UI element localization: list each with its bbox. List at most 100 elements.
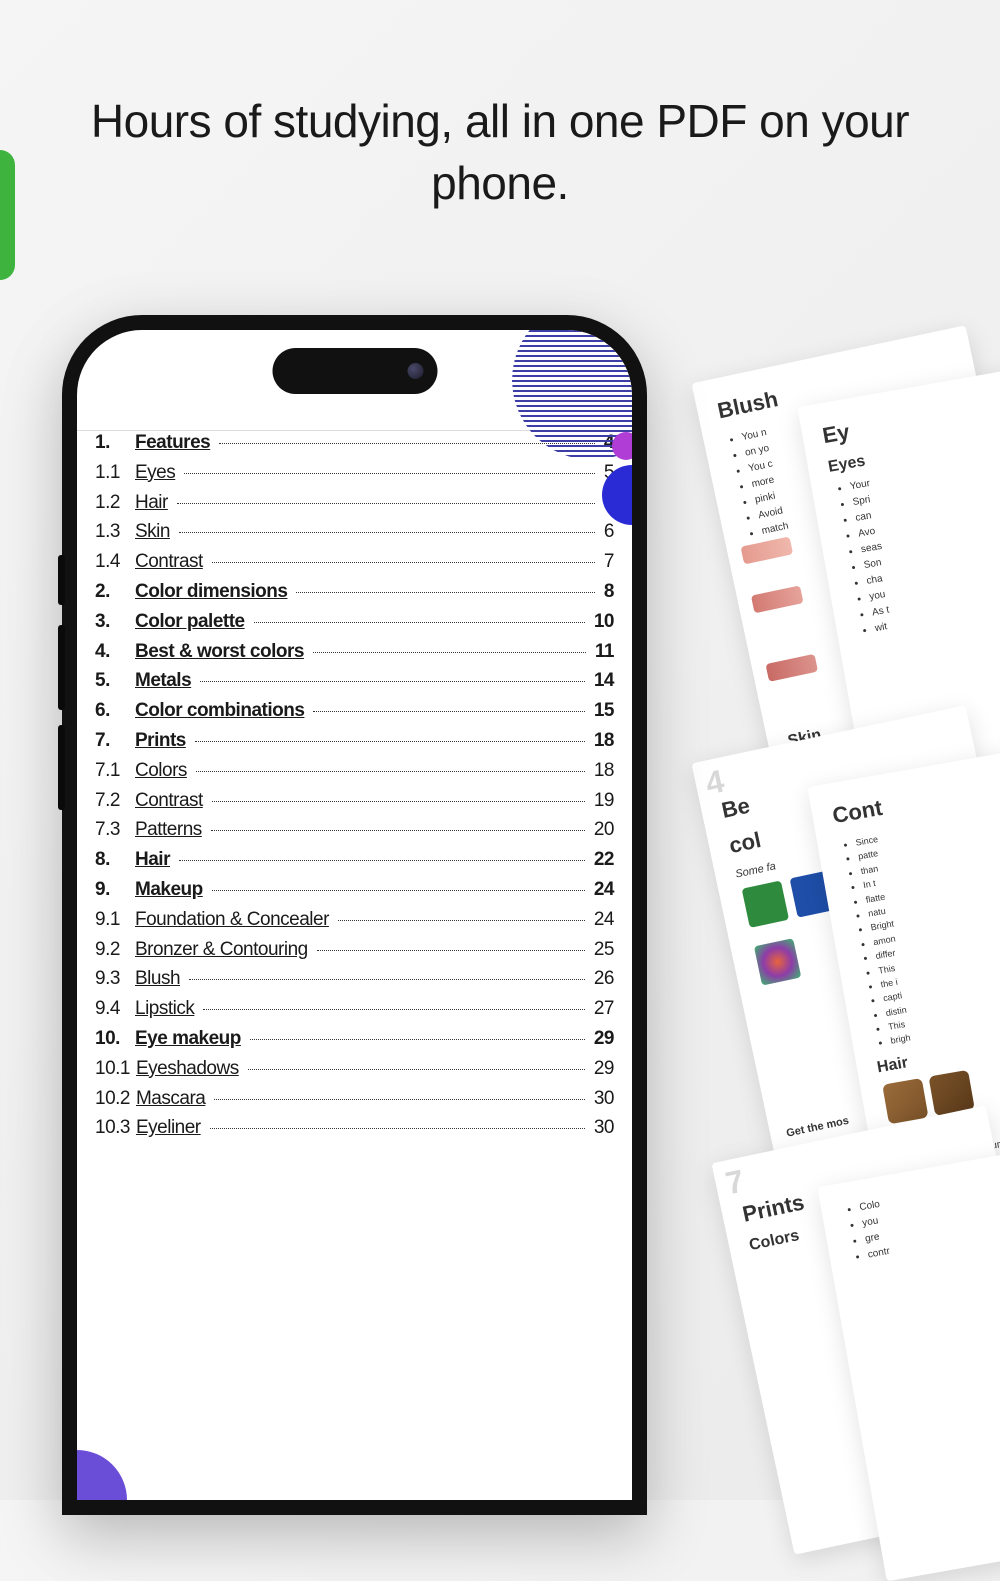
toc-number: 7.3 [95, 819, 129, 841]
toc-row[interactable]: 8.Hair22 [95, 849, 614, 871]
headline-text: Hours of studying, all in one PDF on you… [0, 90, 1000, 214]
toc-number: 9. [95, 879, 129, 901]
toc-leader [210, 1128, 585, 1129]
toc-title: Blush [135, 968, 180, 990]
toc-row[interactable]: 1.2Hair5 [95, 492, 614, 514]
toc-page: 6 [604, 521, 614, 543]
toc-page: 20 [594, 819, 614, 841]
toc-page: 18 [594, 760, 614, 782]
toc-page: 15 [594, 700, 614, 722]
toc-number: 9.1 [95, 909, 129, 931]
phone-screen: 1.Features41.1Eyes51.2Hair51.3Skin61.4Co… [77, 330, 632, 1500]
toc-title: Features [135, 432, 210, 454]
toc-row[interactable]: 10.3 Eyeliner 30 [95, 1117, 614, 1139]
phone-notch [272, 348, 437, 394]
bg-page-prints: 7 Prints Colors [711, 1105, 1000, 1554]
hair-swatch-label: Dark Golden Blonde [934, 1114, 980, 1135]
toc-number: 10.3 [95, 1117, 130, 1139]
toc-row[interactable]: 3.Color palette10 [95, 611, 614, 633]
toc-row[interactable]: 10.1Eyeshadows29 [95, 1058, 614, 1080]
toc-page: 30 [594, 1117, 614, 1139]
decorative-dot-purple [612, 432, 632, 460]
toc-leader [212, 562, 595, 563]
toc-number: 7.2 [95, 790, 129, 812]
toc-title: Best & worst colors [135, 641, 304, 663]
toc-title: Foundation & Concealer [135, 909, 329, 931]
toc-number: 3. [95, 611, 129, 633]
toc-row[interactable]: 4.Best & worst colors11 [95, 641, 614, 663]
bg-some-text: Some fa [734, 819, 971, 881]
bg-hair-label: Hair [876, 1018, 1000, 1077]
camera-icon [407, 363, 423, 379]
toc-number: 2. [95, 581, 129, 603]
toc-row[interactable]: 7.Prints18 [95, 730, 614, 752]
toc-row[interactable]: 6.Color combinations15 [95, 700, 614, 722]
toc-row[interactable]: 5.Metals14 [95, 670, 614, 692]
toc-title: Contrast [135, 790, 203, 812]
toc-number: 7.1 [95, 760, 129, 782]
toc-row[interactable]: 7.2 Contrast 19 [95, 790, 614, 812]
toc-page: 27 [594, 998, 614, 1020]
toc-row[interactable]: 10.2Mascara30 [95, 1088, 614, 1110]
toc-row[interactable]: 1.4Contrast7 [95, 551, 614, 573]
toc-number: 6. [95, 700, 129, 722]
toc-title: Bronzer & Contouring [135, 939, 308, 961]
toc-leader [184, 473, 595, 474]
toc-leader [296, 592, 594, 593]
toc-number: 1.1 [95, 462, 129, 484]
toc-title: Eyeshadows [136, 1058, 239, 1080]
toc-row[interactable]: 9.3Blush26 [95, 968, 614, 990]
decorative-circle-bottom [77, 1450, 127, 1500]
toc-number: 1.4 [95, 551, 129, 573]
toc-title: Eyeliner [136, 1117, 201, 1139]
toc-row[interactable]: 2.Color dimensions8 [95, 581, 614, 603]
toc-title: Makeup [135, 879, 203, 901]
background-pages-stack: Blush You non yoYou cmorepinkiAvoidmatch… [630, 350, 1000, 1550]
toc-title: Prints [135, 730, 186, 752]
toc-number: 1. [95, 432, 129, 454]
hair-swatch-label: Medium Golden Blonde [888, 1122, 935, 1150]
toc-page: 25 [594, 939, 614, 961]
toc-page: 19 [594, 790, 614, 812]
toc-number: 5. [95, 670, 129, 692]
toc-leader [203, 1009, 585, 1010]
toc-row[interactable]: 9. Makeup 24 [95, 879, 614, 901]
bg-page-heading-2: col [727, 784, 967, 859]
toc-page: 29 [594, 1028, 614, 1050]
toc-row[interactable]: 1.1Eyes5 [95, 462, 614, 484]
toc-leader [212, 890, 585, 891]
toc-title: Hair [135, 849, 170, 871]
toc-page: 30 [594, 1088, 614, 1110]
toc-leader [189, 979, 585, 980]
toc-page: 7 [604, 551, 614, 573]
toc-page: 18 [594, 730, 614, 752]
toc-number: 8. [95, 849, 129, 871]
bg-get-text: Get the mos [785, 1115, 850, 1140]
toc-page: 24 [594, 879, 614, 901]
toc-leader [211, 830, 585, 831]
toc-leader [179, 532, 595, 533]
toc-leader [219, 443, 595, 444]
toc-leader [214, 1099, 585, 1100]
toc-number: 4. [95, 641, 129, 663]
toc-title: Color dimensions [135, 581, 287, 603]
toc-title: Colors [135, 760, 187, 782]
toc-title: Mascara [136, 1088, 205, 1110]
toc-title: Eye makeup [135, 1028, 241, 1050]
toc-row[interactable]: 9.1Foundation & Concealer24 [95, 909, 614, 931]
toc-row[interactable]: 9.2Bronzer & Contouring25 [95, 939, 614, 961]
toc-row[interactable]: 7.3 Patterns 20 [95, 819, 614, 841]
toc-row[interactable]: 7.1 Colors 18 [95, 760, 614, 782]
bg-page-contrast: Cont SincepattethanIn tflattenatuBrighta… [807, 739, 1000, 1182]
phone-side-button [58, 555, 65, 605]
toc-number: 10. [95, 1028, 129, 1050]
toc-title: Patterns [135, 819, 202, 841]
toc-row[interactable]: 9.4Lipstick27 [95, 998, 614, 1020]
hair-range-text: Hair ranges from medium [893, 1116, 1000, 1169]
toc-leader [195, 741, 585, 742]
toc-row[interactable]: 1.3Skin6 [95, 521, 614, 543]
toc-leader [196, 771, 585, 772]
phone-mockup: 1.Features41.1Eyes51.2Hair51.3Skin61.4Co… [62, 315, 647, 1515]
bg-page-blush: Blush You non yoYou cmorepinkiAvoidmatch… [691, 325, 1000, 774]
toc-row[interactable]: 10. Eye makeup 29 [95, 1028, 614, 1050]
